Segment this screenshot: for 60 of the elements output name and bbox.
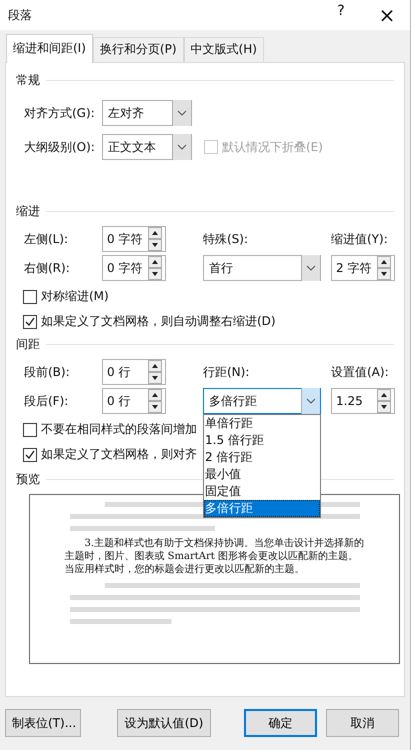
field-label: 右侧(R): xyxy=(24,260,71,276)
tab[interactable]: 缩进和间距(I) xyxy=(6,34,93,63)
dropdown-option[interactable]: 最小值 xyxy=(204,466,320,483)
chevron-icon xyxy=(172,100,191,126)
checkbox-label: 不要在相同样式的段落间增加 xyxy=(41,421,197,438)
field-label: 对齐方式(G): xyxy=(24,104,96,122)
dialog-button[interactable]: 设为默认值(D) xyxy=(117,709,211,737)
spacing-before-spinner[interactable]: 0 行 xyxy=(102,359,166,385)
section-heading: 间距 xyxy=(16,336,40,352)
section-heading: 预览 xyxy=(16,470,40,488)
tab[interactable]: 中文版式(H) xyxy=(184,37,264,62)
dialog-button[interactable]: 确定 xyxy=(244,709,317,737)
chevron-icon xyxy=(301,255,320,281)
dropdown-option[interactable]: 2 倍行距 xyxy=(204,449,320,466)
special-indent-dropdown[interactable]: 首行 xyxy=(203,255,321,281)
checkbox-label: 如果定义了文档网格，则自动调整右缩进(D) xyxy=(41,313,276,330)
dropdown-option[interactable]: 1.5 倍行距 xyxy=(204,432,320,449)
spin-arrows-icon xyxy=(148,389,162,413)
spin-arrows-icon xyxy=(148,227,162,251)
checkbox-label: 对称缩进(M) xyxy=(41,288,109,305)
checkbox[interactable] xyxy=(23,314,37,328)
tab[interactable]: 换行和分页(P) xyxy=(92,37,184,62)
field-label: 大纲级别(O): xyxy=(24,138,96,156)
field-label: 段后(F): xyxy=(24,392,70,410)
field-label: 段前(B): xyxy=(24,364,71,380)
field-label: 左侧(L): xyxy=(24,230,70,248)
line-spacing-dropdown[interactable]: 多倍行距 xyxy=(203,388,321,414)
field-label: 行距(N): xyxy=(203,364,250,380)
section-heading: 常规 xyxy=(16,72,40,88)
checkbox-label: 默认情况下折叠(E) xyxy=(222,138,323,156)
checkbox-label: 如果定义了文档网格，则对齐 xyxy=(41,446,197,463)
alignment-dropdown[interactable]: 左对齐 xyxy=(102,100,192,126)
help-button[interactable]: ? xyxy=(318,3,364,27)
field-label: 设置值(A): xyxy=(331,364,390,380)
dropdown-option[interactable]: 单倍行距 xyxy=(204,415,320,432)
field-label: 缩进值(Y): xyxy=(331,230,389,248)
dialog-button[interactable]: 取消 xyxy=(326,709,399,737)
dialog-button[interactable]: 制表位(T)... xyxy=(5,709,81,737)
left-indent-spinner[interactable]: 0 字符 xyxy=(102,226,166,252)
field-label: 特殊(S): xyxy=(203,230,250,248)
right-indent-spinner[interactable]: 0 字符 xyxy=(102,255,166,281)
dropdown-option[interactable]: 固定值 xyxy=(204,483,320,500)
spacing-value-spinner[interactable]: 1.25 xyxy=(331,388,395,414)
checkbox[interactable] xyxy=(23,422,37,436)
outline-level-dropdown[interactable]: 正文文本 xyxy=(102,134,192,160)
indent-by-spinner[interactable]: 2 字符 xyxy=(331,255,395,281)
spin-arrows-icon xyxy=(148,360,162,384)
section-heading: 缩进 xyxy=(16,202,40,220)
spin-arrows-icon xyxy=(148,256,162,280)
close-button[interactable]: × xyxy=(364,3,410,27)
preview-paragraph: 3.主题和样式也有助于文档保持协调。当您单击设计并选择新的主题时，图片、图表或 SmartArt 图形将会更改以匹配新的主题。当应用样式时，您的标题会进行更改以匹配新的主题。 xyxy=(64,537,364,576)
checkbox[interactable] xyxy=(23,290,37,304)
chevron-icon xyxy=(172,134,191,160)
chevron-icon xyxy=(301,388,320,414)
window-title: 段落 xyxy=(8,6,32,24)
dropdown-option[interactable]: 多倍行距 xyxy=(204,500,320,517)
spin-arrows-icon xyxy=(377,256,391,280)
spacing-after-spinner[interactable]: 0 行 xyxy=(102,388,166,414)
spin-arrows-icon xyxy=(377,389,391,413)
checkbox[interactable] xyxy=(23,448,37,462)
